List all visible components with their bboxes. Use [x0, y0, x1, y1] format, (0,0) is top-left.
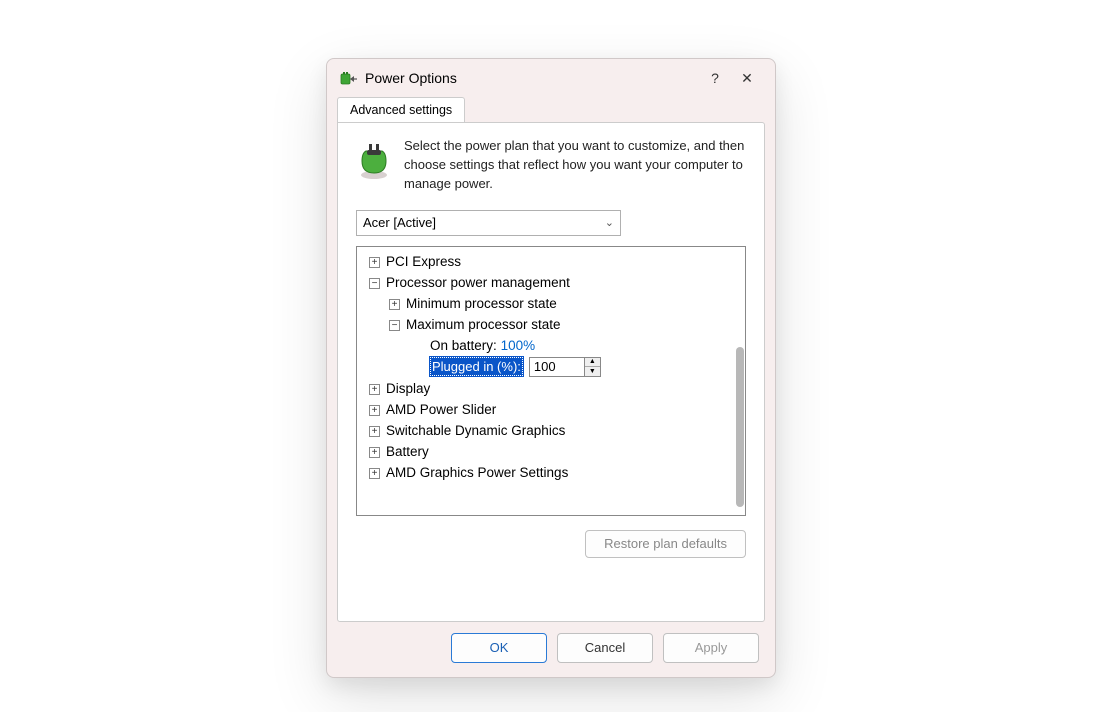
tree-node-battery[interactable]: +Battery — [363, 441, 743, 462]
tree-node-switchable-graphics[interactable]: +Switchable Dynamic Graphics — [363, 420, 743, 441]
ok-button[interactable]: OK — [451, 633, 547, 663]
expand-icon[interactable]: + — [369, 257, 380, 268]
battery-plug-icon — [339, 69, 357, 87]
expand-icon[interactable]: + — [369, 468, 380, 479]
plugged-in-input[interactable] — [530, 358, 584, 376]
on-battery-label: On battery: — [430, 338, 497, 353]
tree-node-amd-power-slider[interactable]: +AMD Power Slider — [363, 399, 743, 420]
plugged-in-spinner[interactable]: ▲ ▼ — [529, 357, 601, 377]
tree-node-amd-graphics-settings[interactable]: +AMD Graphics Power Settings — [363, 462, 743, 483]
cancel-button[interactable]: Cancel — [557, 633, 653, 663]
spinner-up-icon[interactable]: ▲ — [585, 358, 600, 368]
close-button[interactable]: ✕ — [733, 64, 761, 92]
description-text: Select the power plan that you want to c… — [404, 137, 746, 194]
settings-tree: +PCI Express −Processor power management… — [356, 246, 746, 516]
tree-node-max-processor-state[interactable]: −Maximum processor state — [363, 314, 743, 335]
power-plan-selected: Acer [Active] — [363, 215, 436, 230]
tab-panel: Select the power plan that you want to c… — [337, 122, 765, 622]
tree-node-processor-power-management[interactable]: −Processor power management — [363, 272, 743, 293]
restore-defaults-button[interactable]: Restore plan defaults — [585, 530, 746, 558]
tree-leaf-on-battery[interactable]: On battery: 100% — [430, 335, 743, 356]
spinner-down-icon[interactable]: ▼ — [585, 367, 600, 376]
help-button[interactable]: ? — [701, 64, 729, 92]
apply-button[interactable]: Apply — [663, 633, 759, 663]
on-battery-value[interactable]: 100% — [501, 338, 536, 353]
tree-node-pci-express[interactable]: +PCI Express — [363, 251, 743, 272]
description-row: Select the power plan that you want to c… — [356, 137, 746, 194]
dialog-title: Power Options — [365, 70, 697, 86]
collapse-icon[interactable]: − — [389, 320, 400, 331]
spinner-buttons: ▲ ▼ — [584, 358, 600, 376]
expand-icon[interactable]: + — [389, 299, 400, 310]
dialog-footer: OK Cancel Apply — [327, 621, 775, 677]
power-options-dialog: Power Options ? ✕ Advanced settings Sele… — [326, 58, 776, 678]
chevron-down-icon: ⌄ — [605, 216, 614, 229]
expand-icon[interactable]: + — [369, 384, 380, 395]
restore-row: Restore plan defaults — [356, 530, 746, 558]
expand-icon[interactable]: + — [369, 405, 380, 416]
expand-icon[interactable]: + — [369, 426, 380, 437]
titlebar: Power Options ? ✕ — [327, 59, 775, 97]
tabs-row: Advanced settings — [327, 97, 775, 122]
power-plan-select[interactable]: Acer [Active] ⌄ — [356, 210, 621, 236]
tree-leaf-plugged-in: Plugged in (%): ▲ ▼ — [430, 356, 743, 378]
tree-node-min-processor-state[interactable]: +Minimum processor state — [363, 293, 743, 314]
tree-scrollbar[interactable] — [736, 347, 744, 507]
power-plan-icon — [356, 139, 392, 181]
tree-node-display[interactable]: +Display — [363, 378, 743, 399]
tab-advanced-settings[interactable]: Advanced settings — [337, 97, 465, 122]
collapse-icon[interactable]: − — [369, 278, 380, 289]
plugged-in-label[interactable]: Plugged in (%): — [430, 357, 523, 376]
expand-icon[interactable]: + — [369, 447, 380, 458]
